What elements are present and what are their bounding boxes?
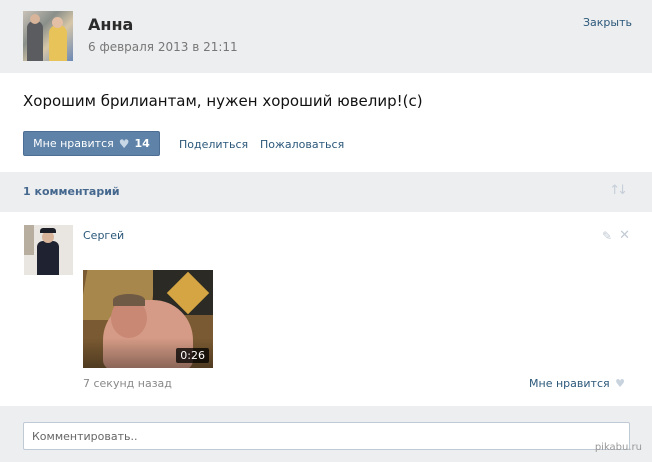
avatar-figure-cap xyxy=(40,228,56,233)
comments-header: 1 комментарий ↑↓ xyxy=(0,172,652,212)
heart-icon: ♥ xyxy=(615,377,625,390)
avatar-figure-head xyxy=(52,17,63,28)
close-link[interactable]: Закрыть xyxy=(583,16,632,29)
reply-bar xyxy=(0,406,652,462)
comment-author-name[interactable]: Сергей xyxy=(83,229,124,242)
like-button[interactable]: Мне нравится ♥ 14 xyxy=(23,131,160,156)
avatar-figure xyxy=(49,25,67,61)
post-date[interactable]: 6 февраля 2013 в 21:11 xyxy=(88,40,238,54)
avatar-figure-head xyxy=(30,14,40,24)
pencil-icon[interactable]: ✎ xyxy=(602,229,612,243)
sort-icon[interactable]: ↑↓ xyxy=(609,183,628,198)
post-author-name[interactable]: Анна xyxy=(88,15,133,34)
comments-count[interactable]: 1 комментарий xyxy=(23,185,120,198)
avatar-figure xyxy=(37,241,59,275)
avatar-figure xyxy=(27,21,43,61)
close-icon[interactable]: ✕ xyxy=(619,228,630,243)
video-duration: 0:26 xyxy=(176,348,209,363)
comment-time[interactable]: 7 секунд назад xyxy=(83,377,172,390)
comment-input[interactable] xyxy=(23,422,630,450)
watermark: pikabu.ru xyxy=(594,442,642,453)
avatar[interactable] xyxy=(23,11,73,61)
comment-like-label: Мне нравится xyxy=(529,377,610,390)
heart-icon: ♥ xyxy=(118,136,130,151)
avatar-background xyxy=(24,225,34,255)
like-button-label: Мне нравится xyxy=(33,137,114,150)
post-text: Хорошим брилиантам, нужен хороший ювелир… xyxy=(23,92,423,110)
comment-like-link[interactable]: Мне нравится ♥ xyxy=(529,377,625,390)
share-link[interactable]: Поделиться xyxy=(179,138,248,151)
post-header: Анна 6 февраля 2013 в 21:11 Закрыть xyxy=(0,0,652,73)
video-thumbnail[interactable]: 0:26 xyxy=(83,270,213,368)
video-frame-shape xyxy=(113,294,145,306)
like-count: 14 xyxy=(134,137,150,150)
report-link[interactable]: Пожаловаться xyxy=(260,138,344,151)
comment-avatar[interactable] xyxy=(24,225,73,275)
